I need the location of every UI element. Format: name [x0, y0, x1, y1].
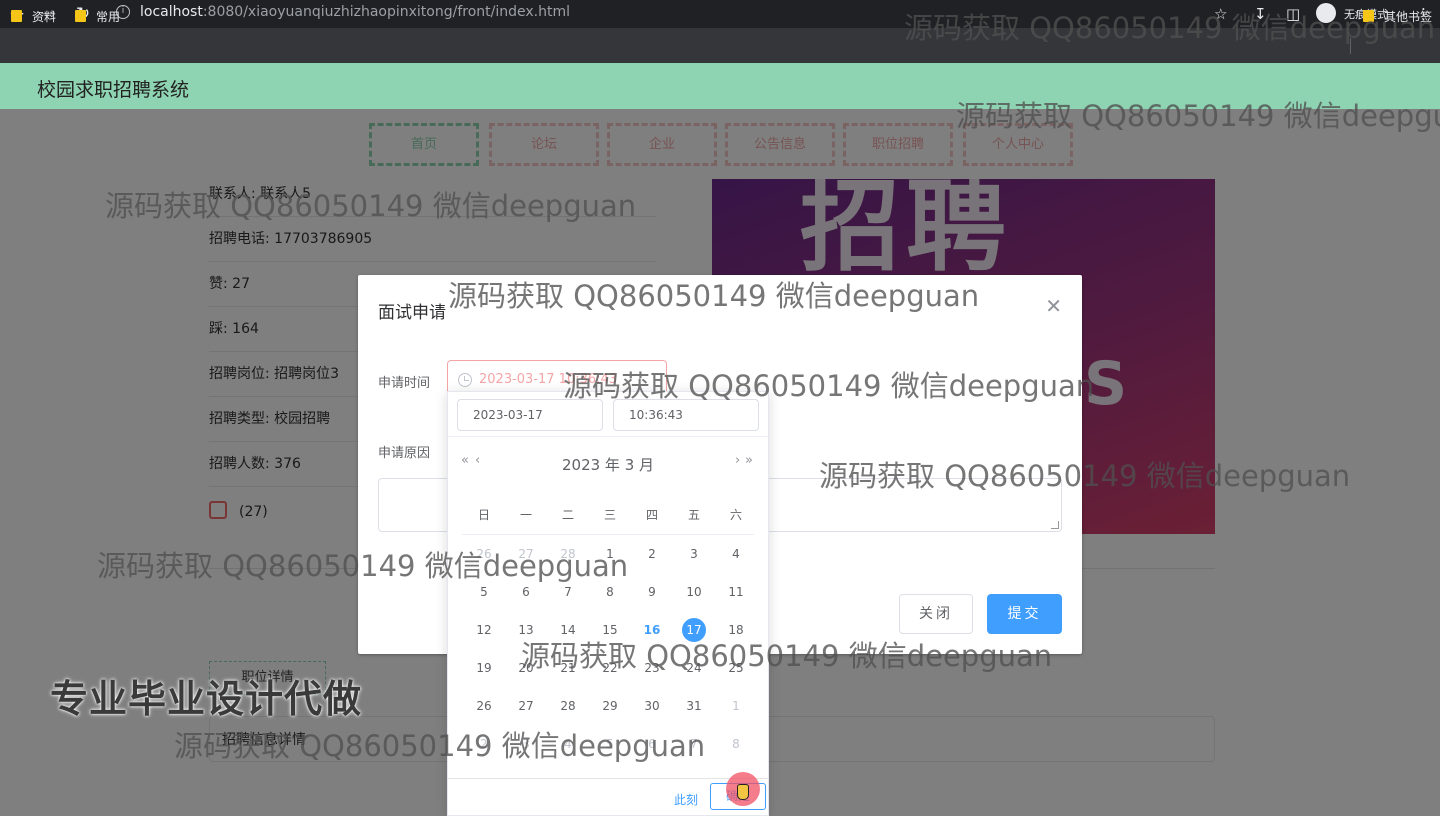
calendar-day[interactable]: 2 [631, 542, 673, 566]
weekday-header: 一 [519, 508, 532, 522]
watermark: 源码获取 QQ86050149 微信deepguan [563, 369, 1095, 403]
watermark: 源码获取 QQ86050149 微信deepguan [819, 459, 1351, 493]
calendar-day[interactable]: 1 [715, 694, 757, 718]
now-link[interactable]: 此刻 [674, 791, 698, 808]
calendar-day[interactable]: 26 [463, 694, 505, 718]
next-month-icon[interactable]: › [735, 453, 740, 468]
picker-year-month[interactable]: 2023 年 3 月 [448, 454, 768, 475]
watermark: 源码获取 QQ86050149 微信deepguan [97, 549, 629, 583]
watermark: 源码获取 QQ86050149 微信deepguan [521, 639, 1053, 673]
resize-handle[interactable] [1051, 521, 1059, 529]
picker-separator [448, 436, 768, 437]
calendar-day[interactable]: 30 [631, 694, 673, 718]
weekday-header: 四 [645, 508, 658, 522]
weekday-header: 二 [561, 508, 574, 522]
calendar-day[interactable]: 31 [673, 694, 715, 718]
watermark: 源码获取 QQ86050149 微信deepguan [904, 11, 1436, 45]
calendar-day[interactable]: 12 [463, 618, 505, 642]
weekday-header: 六 [729, 508, 742, 522]
close-icon[interactable]: ✕ [1045, 296, 1062, 316]
promo-watermark: 专业毕业设计代做 [50, 677, 363, 721]
dialog-title: 面试申请 [378, 303, 446, 323]
weekday-header: 日 [477, 508, 490, 522]
clock-icon [458, 373, 472, 387]
reason-label: 申请原因 [378, 446, 431, 461]
calendar-day[interactable]: 11 [715, 580, 757, 604]
hand-cursor-icon [737, 784, 749, 800]
calendar-day[interactable]: 10 [673, 580, 715, 604]
calendar-day[interactable]: 9 [631, 580, 673, 604]
weekday-divider [462, 534, 754, 535]
watermark: 源码获取 QQ86050149 微信deepguan [105, 189, 637, 223]
site-title: 校园求职招聘系统 [37, 79, 190, 101]
bookmark-folder-1[interactable]: 资料 [11, 9, 56, 26]
calendar-day[interactable]: 3 [673, 542, 715, 566]
weekday-header: 三 [603, 508, 616, 522]
weekday-header: 五 [687, 508, 700, 522]
bookmark-folder-2[interactable]: 常用 [75, 9, 120, 26]
watermark: 源码获取 QQ86050149 微信deepguan [956, 99, 1440, 133]
picker-footer-divider [448, 778, 768, 779]
calendar-day[interactable]: 19 [463, 656, 505, 680]
submit-button[interactable]: 提交 [987, 594, 1062, 634]
close-button[interactable]: 关闭 [899, 594, 973, 634]
next-year-icon[interactable]: » [745, 453, 753, 468]
calendar-day[interactable]: 28 [547, 694, 589, 718]
calendar-day[interactable]: 27 [505, 694, 547, 718]
calendar-day[interactable]: 29 [589, 694, 631, 718]
watermark: 源码获取 QQ86050149 微信deepguan [174, 729, 706, 763]
calendar-day[interactable]: 8 [715, 732, 757, 756]
folder-icon [75, 10, 86, 22]
calendar-day[interactable]: 4 [715, 542, 757, 566]
time-label: 申请时间 [378, 376, 431, 391]
watermark: 源码获取 QQ86050149 微信deepguan [448, 279, 980, 313]
folder-icon [11, 10, 22, 22]
url-text[interactable]: localhost:8080/xiaoyuanqiuzhizhaopinxito… [140, 4, 570, 20]
